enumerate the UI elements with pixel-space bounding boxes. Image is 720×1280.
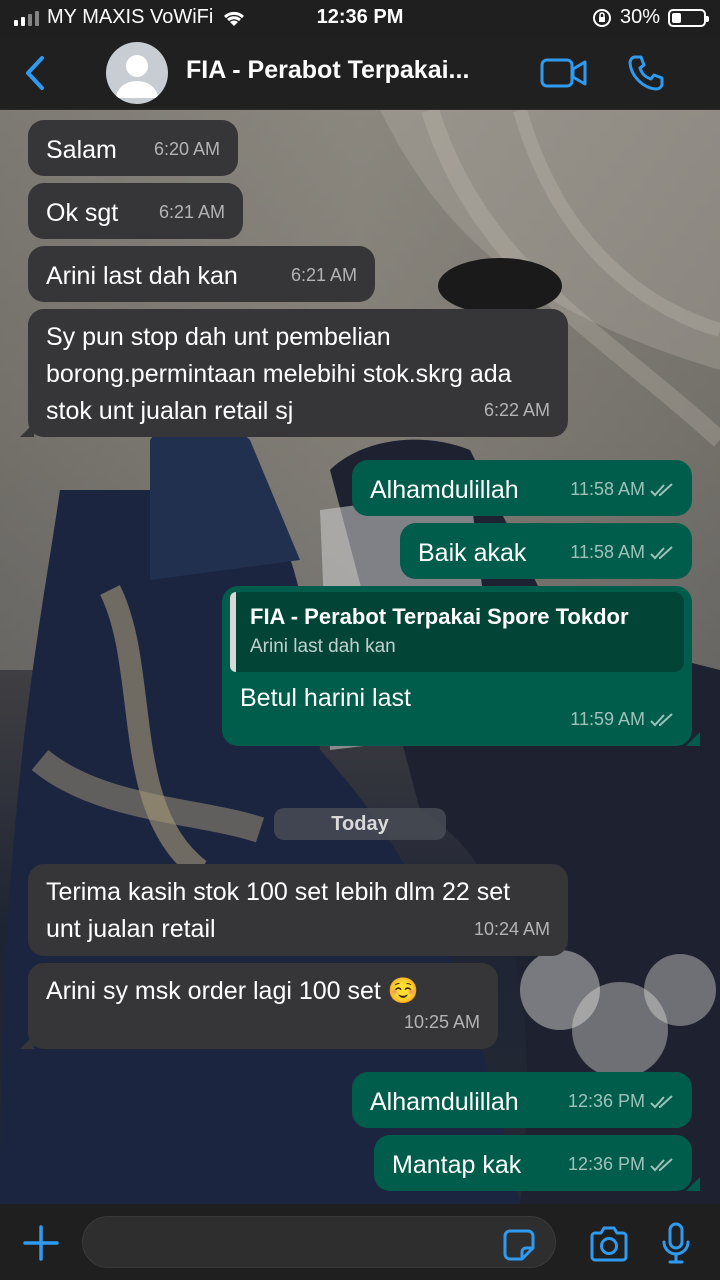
camera-icon[interactable] [588,1226,630,1262]
message-bubble-incoming[interactable]: Arini last dah kan 6:21 AM [28,246,375,302]
message-bubble-outgoing[interactable]: Baik akak 11:58 AM [400,523,692,579]
battery-icon [668,8,709,27]
message-time: 11:58 AM [570,542,645,562]
read-receipt-icon [650,712,673,726]
message-bubble-outgoing[interactable]: Alhamdulillah 12:36 PM [352,1072,692,1128]
day-separator: Today [274,808,446,840]
message-bubble-incoming[interactable]: Arini sy msk order lagi 100 set ☺️ 10:25… [20,963,498,1049]
message-time: 12:36 PM [567,1091,645,1111]
read-receipt-icon [650,1094,673,1108]
quoted-text: Arini last dah kan [250,636,396,657]
message-time: 6:21 AM [290,265,357,285]
video-call-icon[interactable] [540,56,588,90]
message-time: 11:59 AM [570,709,645,729]
status-bar: MY MAXIS VoWiFi 12:36 PM 30% [0,0,720,36]
avatar-placeholder-icon[interactable] [106,42,168,104]
message-bubble-outgoing[interactable]: FIA - Perabot Terpakai Spore Tokdor Arin… [222,586,692,746]
message-time: 11:58 AM [570,479,645,499]
message-time: 6:21 AM [158,202,225,222]
back-icon[interactable] [18,54,52,92]
message-time: 12:36 PM [567,1154,645,1174]
phone-icon[interactable] [626,53,666,93]
battery-percent: 30% [619,6,660,28]
quoted-message[interactable]: FIA - Perabot Terpakai Spore Tokdor Arin… [230,592,684,672]
sticker-icon[interactable] [502,1228,536,1262]
chat-area[interactable]: Salam 6:20 AM Ok sgt 6:21 AM Arini last … [0,110,720,1204]
message-bubble-outgoing[interactable]: Alhamdulillah 11:58 AM [352,460,692,516]
message-bubble-incoming[interactable]: Salam 6:20 AM [28,120,238,176]
message-bubble-incoming[interactable]: Terima kasih stok 100 set lebih dlm 22 s… [28,864,568,956]
message-bubble-incoming[interactable]: Sy pun stop dah unt pembelian borong.per… [20,309,568,437]
message-bubble-outgoing[interactable]: Mantap kak 12:36 PM [374,1135,692,1191]
message-time: 6:20 AM [153,139,220,159]
read-receipt-icon [650,482,673,496]
quoted-sender: FIA - Perabot Terpakai Spore Tokdor [250,604,629,629]
rotation-lock-icon [592,8,611,27]
chat-header: FIA - Perabot Terpakai... [0,36,720,110]
message-time: 6:22 AM [483,400,550,420]
read-receipt-icon [650,1157,673,1171]
message-time: 10:24 AM [473,919,550,939]
plus-icon[interactable] [22,1224,60,1262]
read-receipt-icon [650,545,673,559]
message-bubble-incoming[interactable]: Ok sgt 6:21 AM [28,183,243,239]
microphone-icon[interactable] [660,1222,692,1264]
message-input[interactable] [82,1216,556,1268]
message-time: 10:25 AM [403,1012,480,1032]
message-text: Sy pun stop dah unt pembelian borong.per… [46,323,512,425]
input-bar [0,1204,720,1280]
chat-title[interactable]: FIA - Perabot Terpakai... [186,56,516,85]
